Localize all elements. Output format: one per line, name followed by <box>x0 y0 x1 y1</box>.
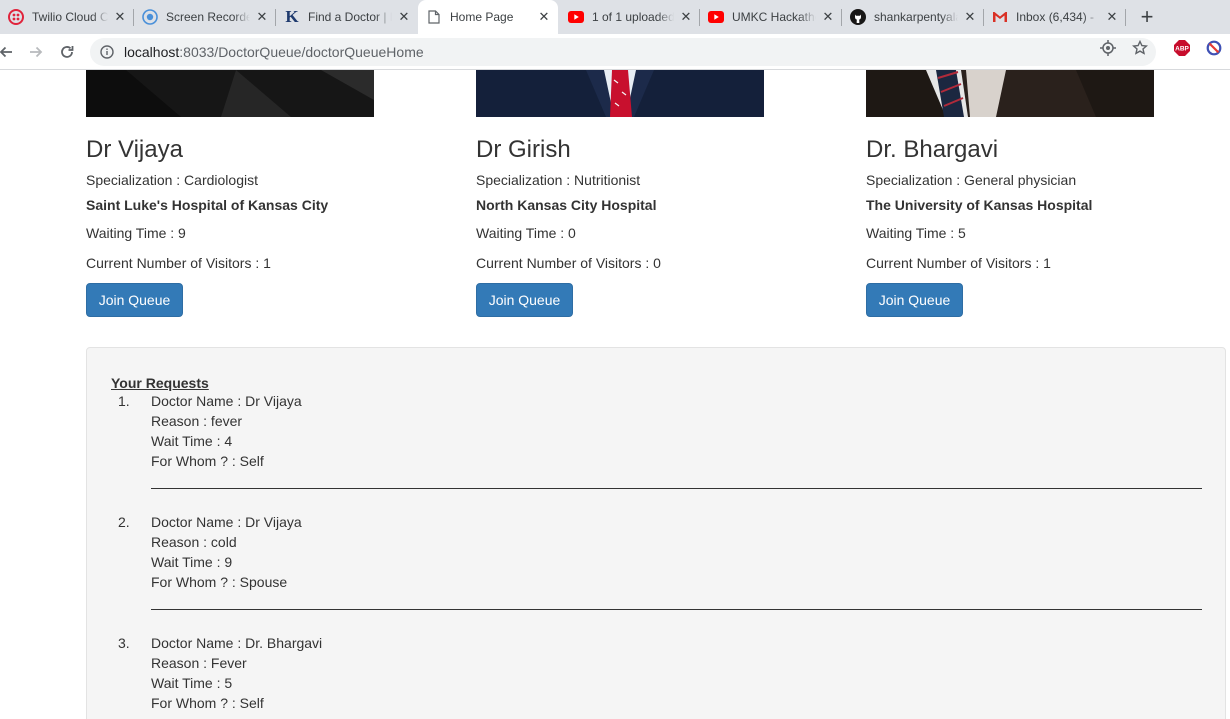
info-icon[interactable] <box>99 44 115 60</box>
adblock-plus-icon[interactable]: ABP <box>1174 40 1190 56</box>
browser-toolbar: localhost:8033/DoctorQueue/doctorQueueHo… <box>0 34 1230 70</box>
request-wait-time: Wait Time : 4 <box>151 433 233 449</box>
doctor-waiting-time: Waiting Time : 5 <box>866 225 966 241</box>
k-logo-icon: K <box>285 7 299 26</box>
tab-close-icon[interactable]: ✕ <box>254 9 270 25</box>
tab-title: Find a Doctor | K <box>308 10 392 24</box>
join-queue-button[interactable]: Join Queue <box>866 283 963 317</box>
doctor-photo <box>476 70 764 117</box>
tab-title: Twilio Cloud Co <box>32 10 108 24</box>
tab-twilio[interactable]: Twilio Cloud Co ✕ <box>0 0 134 34</box>
tab-github[interactable]: shankarpentyala ✕ <box>842 0 984 34</box>
request-reason: Reason : fever <box>151 413 243 429</box>
tab-title: UMKC Hackathon <box>732 10 816 24</box>
tab-close-icon[interactable]: ✕ <box>536 9 552 25</box>
join-queue-button[interactable]: Join Queue <box>86 283 183 317</box>
tab-close-icon[interactable]: ✕ <box>962 9 978 25</box>
tab-gmail-inbox[interactable]: Inbox (6,434) - ✕ <box>984 0 1126 34</box>
doctor-hospital: Saint Luke's Hospital of Kansas City <box>86 197 329 213</box>
tab-close-icon[interactable]: ✕ <box>112 9 128 25</box>
doctor-hospital: North Kansas City Hospital <box>476 197 657 213</box>
join-queue-button[interactable]: Join Queue <box>476 283 573 317</box>
tab-umkc-hackathon[interactable]: UMKC Hackathon ✕ <box>700 0 842 34</box>
request-for-whom: For Whom ? : Spouse <box>151 574 288 590</box>
your-requests-panel: Your Requests 1. Doctor Name : Dr Vijaya… <box>86 347 1226 719</box>
doctor-current-visitors: Current Number of Visitors : 1 <box>866 255 1051 271</box>
doctor-card-girish: Dr Girish Specialization : Nutritionist … <box>476 70 776 330</box>
request-doctor-name: Doctor Name : Dr Vijaya <box>151 393 302 409</box>
tab-screen-recorder[interactable]: Screen Recorder ✕ <box>134 0 276 34</box>
tab-youtube-upload[interactable]: 1 of 1 uploaded ✕ <box>560 0 700 34</box>
twilio-icon <box>8 9 24 25</box>
request-wait-time: Wait Time : 9 <box>151 554 233 570</box>
url-host: localhost <box>124 44 180 60</box>
reload-icon[interactable] <box>55 40 79 64</box>
tab-title: Home Page <box>450 10 514 24</box>
doctor-waiting-time: Waiting Time : 9 <box>86 225 186 241</box>
request-for-whom: For Whom ? : Self <box>151 453 264 469</box>
doctor-specialization: Specialization : Nutritionist <box>476 172 641 188</box>
tab-title: Inbox (6,434) - <box>1016 10 1095 24</box>
request-doctor-name: Doctor Name : Dr Vijaya <box>151 514 302 530</box>
address-bar[interactable]: localhost:8033/DoctorQueue/doctorQueueHo… <box>90 38 1156 66</box>
request-doctor-name: Doctor Name : Dr. Bhargavi <box>151 635 323 651</box>
page-icon <box>426 9 442 25</box>
doctor-name: Dr. Bhargavi <box>866 136 999 163</box>
request-divider <box>151 609 1202 610</box>
request-item: 3. Doctor Name : Dr. Bhargavi Reason : F… <box>118 635 1202 719</box>
youtube-icon <box>568 9 584 25</box>
doctor-current-visitors: Current Number of Visitors : 1 <box>86 255 271 271</box>
doctor-photo <box>86 70 374 117</box>
request-divider <box>151 488 1202 489</box>
request-wait-time: Wait Time : 5 <box>151 675 233 691</box>
block-extension-icon[interactable] <box>1206 40 1222 56</box>
doctor-hospital: The University of Kansas Hospital <box>866 197 1093 213</box>
tab-close-icon[interactable]: ✕ <box>678 9 694 25</box>
request-number: 1. <box>118 393 130 409</box>
tab-home-page[interactable]: Home Page ✕ <box>418 0 558 34</box>
screen-recorder-icon <box>142 9 158 25</box>
request-number: 3. <box>118 635 130 651</box>
doctor-photo <box>866 70 1154 117</box>
location-target-icon[interactable] <box>1100 40 1116 56</box>
doctor-card-bhargavi: Dr. Bhargavi Specialization : General ph… <box>866 70 1166 330</box>
tab-title: shankarpentyala <box>874 10 958 24</box>
doctor-current-visitors: Current Number of Visitors : 0 <box>476 255 661 271</box>
tab-find-a-doctor[interactable]: K Find a Doctor | K ✕ <box>276 0 418 34</box>
youtube-icon <box>708 9 724 25</box>
back-arrow-icon[interactable] <box>0 40 18 64</box>
doctor-specialization: Specialization : General physician <box>866 172 1077 188</box>
tab-title: Screen Recorder <box>166 10 250 24</box>
doctor-name: Dr Vijaya <box>86 136 183 163</box>
request-reason: Reason : Fever <box>151 655 247 671</box>
doctor-specialization: Specialization : Cardiologist <box>86 172 258 188</box>
tab-title: 1 of 1 uploaded <box>592 10 674 24</box>
tab-close-icon[interactable]: ✕ <box>1104 9 1120 25</box>
tab-close-icon[interactable]: ✕ <box>820 9 836 25</box>
doctor-name: Dr Girish <box>476 136 571 163</box>
forward-arrow-icon[interactable] <box>24 40 48 64</box>
requests-heading: Your Requests <box>111 375 209 391</box>
doctor-card-vijaya: Dr Vijaya Specialization : Cardiologist … <box>86 70 386 330</box>
adblock-label: ABP <box>1175 46 1189 53</box>
doctor-waiting-time: Waiting Time : 0 <box>476 225 576 241</box>
new-tab-plus-icon[interactable]: + <box>1136 6 1158 28</box>
url-path: :8033/DoctorQueue/doctorQueueHome <box>179 44 424 60</box>
request-reason: Reason : cold <box>151 534 237 550</box>
page-viewport: Dr Vijaya Specialization : Cardiologist … <box>0 70 1230 719</box>
request-item: 2. Doctor Name : Dr Vijaya Reason : cold… <box>118 514 1202 614</box>
gmail-icon <box>992 9 1008 25</box>
request-item: 1. Doctor Name : Dr Vijaya Reason : feve… <box>118 393 1202 493</box>
browser-tab-strip: Twilio Cloud Co ✕ Screen Recorder ✕ K Fi… <box>0 0 1230 34</box>
github-icon <box>850 9 866 25</box>
tab-close-icon[interactable]: ✕ <box>396 9 412 25</box>
request-for-whom: For Whom ? : Self <box>151 695 264 711</box>
bookmark-star-icon[interactable] <box>1132 40 1148 56</box>
url-text: localhost:8033/DoctorQueue/doctorQueueHo… <box>124 44 424 60</box>
request-number: 2. <box>118 514 130 530</box>
